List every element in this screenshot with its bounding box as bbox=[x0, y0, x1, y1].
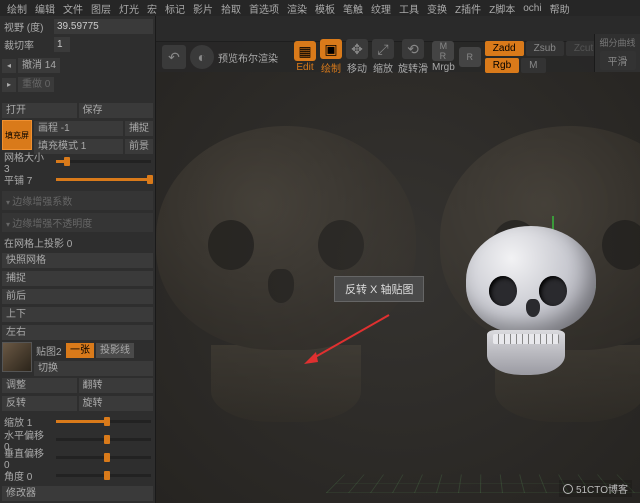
boolean-label: 预览布尔渲染 bbox=[218, 50, 278, 65]
save-button[interactable]: 保存 bbox=[79, 103, 154, 118]
main-area: ↶ ◐ 预览布尔渲染 ▦Edit ▣绘制 ✥移动 ⤢缩放 ⟲旋转滑 MRMrgb… bbox=[156, 16, 640, 503]
history-back-icon[interactable]: ↶ bbox=[162, 45, 186, 69]
viewport[interactable] bbox=[156, 16, 640, 503]
scale-label: 缩放 bbox=[373, 60, 393, 75]
mrgb-label: Mrgb bbox=[432, 62, 455, 73]
snap-grid-button[interactable]: 快照网格 bbox=[2, 253, 153, 268]
watermark: 51CTO博客 bbox=[559, 480, 632, 497]
gridsize-slider[interactable] bbox=[56, 160, 151, 163]
rgb-toggle[interactable]: Rgb bbox=[485, 58, 519, 73]
smooth-button[interactable]: 平滑 bbox=[600, 51, 636, 70]
adjust-button[interactable]: 调整 bbox=[2, 378, 77, 393]
zsub-toggle[interactable]: Zsub bbox=[526, 41, 564, 56]
menu-item[interactable]: 变换 bbox=[424, 1, 450, 16]
rotate-button[interactable]: 旋转 bbox=[79, 396, 154, 411]
crop-label: 裁切率 bbox=[2, 37, 52, 52]
move-tool-icon[interactable]: ✥ bbox=[346, 39, 368, 59]
menu-item[interactable]: 文件 bbox=[60, 1, 86, 16]
switch-button[interactable]: 切换 bbox=[34, 361, 153, 376]
playback-next-icon[interactable]: ▸ bbox=[2, 78, 16, 92]
frontback-button[interactable]: 前后 bbox=[2, 289, 153, 304]
scale-tool-icon[interactable]: ⤢ bbox=[372, 39, 394, 59]
active-mesh[interactable] bbox=[466, 226, 596, 376]
draw-label: 绘制 bbox=[321, 60, 341, 75]
rgb-icon-small[interactable]: R bbox=[459, 47, 481, 67]
subdivision-label: 细分曲线 bbox=[599, 36, 635, 49]
menu-item[interactable]: Z插件 bbox=[452, 1, 484, 16]
front-button[interactable]: 前景 bbox=[125, 139, 153, 154]
range-field[interactable]: 画程 -1 bbox=[34, 121, 123, 136]
vshift-label: 垂直偏移 0 bbox=[2, 445, 52, 471]
modifier-button[interactable]: 修改器 bbox=[2, 486, 153, 501]
tile-slider[interactable] bbox=[56, 178, 151, 181]
flip-button[interactable]: 翻转 bbox=[79, 378, 154, 393]
menu-item[interactable]: 标记 bbox=[162, 1, 188, 16]
top-toolbar: ↶ ◐ 预览布尔渲染 ▦Edit ▣绘制 ✥移动 ⤢缩放 ⟲旋转滑 MRMrgb… bbox=[156, 42, 640, 72]
project-label: 在网格上投影 0 bbox=[2, 235, 72, 250]
boolean-icon[interactable]: ◐ bbox=[190, 45, 214, 69]
tooltip: 反转 X 轴贴图 bbox=[334, 276, 424, 302]
scale-slider[interactable] bbox=[56, 420, 151, 423]
hshift-slider[interactable] bbox=[56, 438, 151, 441]
undo-button[interactable]: 撤消 14 bbox=[18, 58, 60, 73]
rotate-tool-icon[interactable]: ⟲ bbox=[402, 39, 424, 59]
edit-label: Edit bbox=[296, 62, 313, 73]
menu-item[interactable]: 纹理 bbox=[368, 1, 394, 16]
menu-item[interactable]: 笔触 bbox=[340, 1, 366, 16]
updown-button[interactable]: 上下 bbox=[2, 307, 153, 322]
menu-item[interactable]: 首选项 bbox=[246, 1, 282, 16]
angle-label: 角度 0 bbox=[2, 468, 52, 483]
angle-slider[interactable] bbox=[56, 474, 151, 477]
menu-item[interactable]: 绘制 bbox=[4, 1, 30, 16]
zadd-toggle[interactable]: Zadd bbox=[485, 41, 524, 56]
fill-screen-thumb[interactable]: 填充屏 bbox=[2, 120, 32, 150]
map-thumbnail[interactable] bbox=[2, 342, 32, 372]
capture-button[interactable]: 捕捉 bbox=[125, 121, 153, 136]
move-label: 移动 bbox=[347, 60, 367, 75]
menu-item[interactable]: 灯光 bbox=[116, 1, 142, 16]
menu-item[interactable]: 拾取 bbox=[218, 1, 244, 16]
invert-button[interactable]: 反转 bbox=[2, 396, 77, 411]
vshift-slider[interactable] bbox=[56, 456, 151, 459]
playback-prev-icon[interactable]: ◂ bbox=[2, 59, 16, 73]
menu-item[interactable]: 宏 bbox=[144, 1, 160, 16]
mrgb-icon[interactable]: MR bbox=[432, 41, 454, 61]
fov-value[interactable]: 39.59775 bbox=[54, 19, 153, 34]
rotate-label: 旋转滑 bbox=[398, 60, 428, 75]
left-panel: 视野 (度)39.59775 裁切率1 ◂ 撤消 14 ▸ 重做 0 打开保存 … bbox=[0, 16, 156, 503]
menu-item[interactable]: 图层 bbox=[88, 1, 114, 16]
crop-value[interactable]: 1 bbox=[54, 37, 70, 52]
right-panel: 细分曲线 平滑 bbox=[594, 34, 640, 72]
leftright-button[interactable]: 左右 bbox=[2, 325, 153, 340]
map-name-label: 贴图2 bbox=[34, 343, 64, 358]
gridsize-label: 网格大小 3 bbox=[2, 149, 52, 175]
menu-item[interactable]: 模板 bbox=[312, 1, 338, 16]
projection-line-button[interactable]: 投影线 bbox=[96, 343, 134, 358]
tile-label: 平铺 7 bbox=[2, 172, 52, 187]
capture2-button[interactable]: 捕捉 bbox=[2, 271, 153, 286]
main-menu-bar: 绘制 编辑 文件 图层 灯光 宏 标记 影片 拾取 首选项 渲染 模板 笔触 纹… bbox=[0, 0, 640, 16]
redo-button[interactable]: 重做 0 bbox=[18, 77, 54, 92]
menu-item[interactable]: 渲染 bbox=[284, 1, 310, 16]
one-button[interactable]: 一张 bbox=[66, 343, 94, 358]
edge-enhance-header[interactable]: 边缘增强系数 bbox=[2, 191, 153, 210]
fov-label: 视野 (度) bbox=[2, 19, 52, 34]
m-toggle[interactable]: M bbox=[521, 58, 545, 73]
open-button[interactable]: 打开 bbox=[2, 103, 77, 118]
edge-opacity-header[interactable]: 边缘增强不透明度 bbox=[2, 213, 153, 232]
edit-mode-icon[interactable]: ▦ bbox=[294, 41, 316, 61]
draw-mode-icon[interactable]: ▣ bbox=[320, 39, 342, 59]
menu-item[interactable]: Z脚本 bbox=[486, 1, 518, 16]
menu-item[interactable]: 影片 bbox=[190, 1, 216, 16]
menu-item[interactable]: 编辑 bbox=[32, 1, 58, 16]
menu-item[interactable]: ochi bbox=[520, 3, 544, 14]
menu-item[interactable]: 工具 bbox=[396, 1, 422, 16]
menu-item[interactable]: 帮助 bbox=[547, 1, 573, 16]
